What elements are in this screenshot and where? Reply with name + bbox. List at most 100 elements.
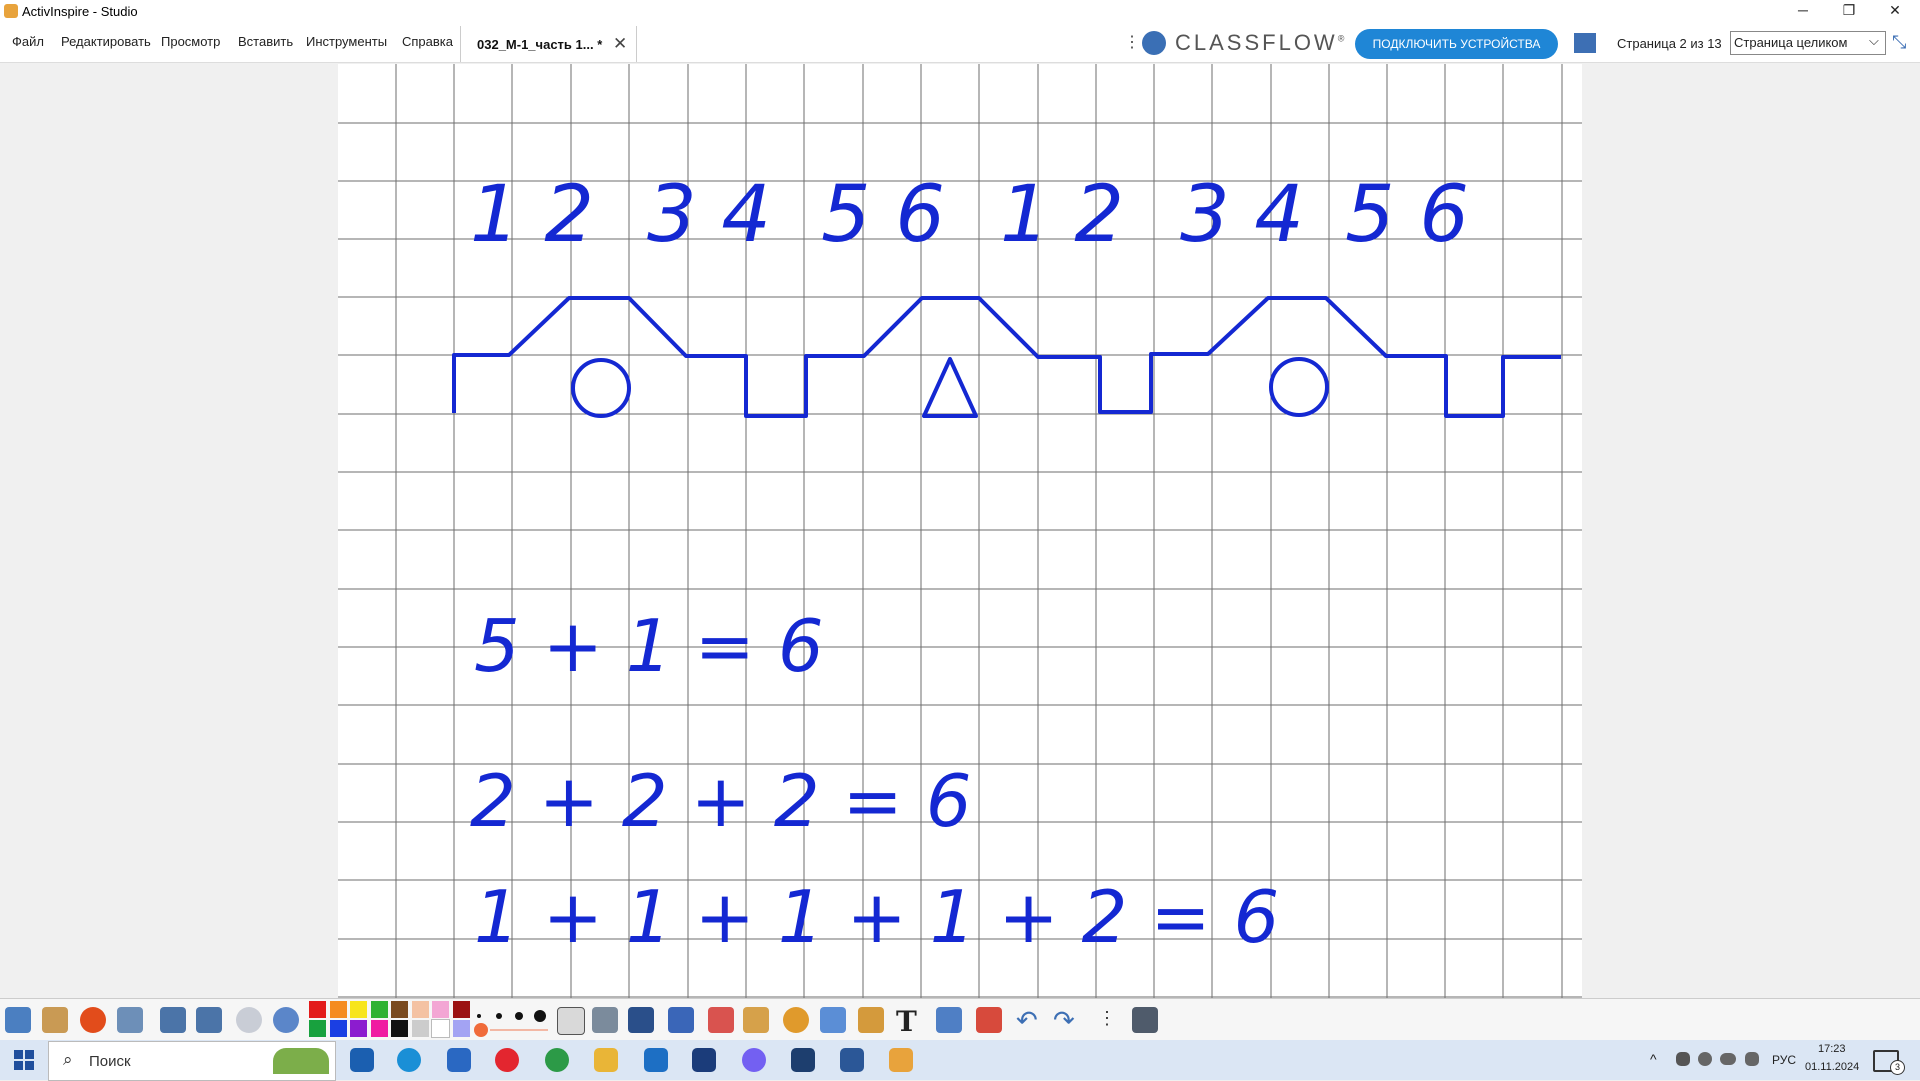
view-mode-value: Страница целиком [1734, 35, 1848, 50]
resources-icon[interactable] [592, 1007, 618, 1033]
highlighter-icon[interactable] [668, 1007, 694, 1033]
color-swatch[interactable] [350, 1001, 367, 1018]
digit-group: 1 2 [1000, 170, 1124, 260]
classflow-brand-name: CLASSFLOW [1175, 30, 1338, 55]
menu-tools[interactable]: Инструменты [306, 34, 387, 49]
speaker-icon[interactable] [1745, 1052, 1759, 1066]
magic-ink-icon[interactable] [936, 1007, 962, 1033]
color-swatch[interactable] [350, 1020, 367, 1037]
activinspire-taskbar-icon[interactable] [889, 1048, 913, 1072]
select-tool-icon[interactable] [557, 1007, 585, 1035]
document-tab-label: 032_М-1_часть 1... * [477, 37, 603, 52]
edge-icon[interactable] [397, 1048, 421, 1072]
shape-tool-icon[interactable] [783, 1007, 809, 1033]
connector-icon[interactable] [820, 1007, 846, 1033]
color-swatch[interactable] [452, 1001, 470, 1018]
previous-page-icon[interactable] [160, 1007, 186, 1033]
fullscreen-icon[interactable]: ⤡ [1892, 32, 1906, 53]
color-swatch[interactable] [370, 1001, 388, 1018]
digit-group: 3 4 [647, 170, 771, 260]
view-mode-select[interactable]: Страница целиком ⌵ [1730, 31, 1886, 55]
more-options-icon[interactable]: ⋮ [1124, 32, 1140, 52]
color-swatch[interactable] [431, 1019, 450, 1038]
tray-device-icon[interactable] [1676, 1052, 1690, 1066]
chrome-icon[interactable] [545, 1048, 569, 1072]
start-icon[interactable] [14, 1050, 34, 1070]
color-swatch[interactable] [411, 1020, 429, 1037]
minimize-button[interactable]: ─ [1780, 0, 1826, 22]
menu-view[interactable]: Просмотр [161, 34, 220, 49]
color-swatch[interactable] [391, 1001, 408, 1018]
pen-width-option[interactable] [515, 1012, 523, 1020]
pen-width-option[interactable] [534, 1010, 546, 1022]
flipchart-page: 1 2 3 4 5 6 1 2 3 4 5 6 5 + 1 = 6 2 + 2 … [338, 64, 1582, 998]
browser-icon[interactable] [5, 1007, 31, 1033]
restore-button[interactable]: ❐ [1826, 0, 1872, 22]
document-tab[interactable]: 032_М-1_часть 1... * ✕ [460, 26, 637, 62]
color-swatch[interactable] [329, 1001, 347, 1018]
edit-profiles-icon[interactable] [117, 1007, 143, 1033]
pen-mode-icon[interactable] [80, 1007, 106, 1033]
page-sorter-icon[interactable] [1574, 33, 1596, 53]
yandex-browser-icon[interactable] [495, 1048, 519, 1072]
word-icon[interactable] [840, 1048, 864, 1072]
dashboard-icon[interactable] [42, 1007, 68, 1033]
undo-icon[interactable]: ↶ [1016, 1005, 1042, 1035]
menu-help[interactable]: Справка [402, 34, 453, 49]
close-button[interactable]: ✕ [1872, 0, 1918, 22]
viber-icon[interactable] [742, 1048, 766, 1072]
pen-width-option[interactable] [477, 1014, 481, 1018]
file-explorer-icon[interactable] [594, 1048, 618, 1072]
digit-row: 1 2 3 4 5 6 1 2 3 4 5 6 [470, 170, 1469, 260]
taskbar-search[interactable]: ⌕ Поиск [48, 1041, 336, 1081]
color-swatch[interactable] [411, 1001, 429, 1018]
clapperboard-icon[interactable] [858, 1007, 884, 1033]
eraser-icon[interactable] [708, 1007, 734, 1033]
more-tools-icon[interactable]: ⋮ [1098, 1008, 1124, 1034]
color-swatch[interactable] [391, 1020, 408, 1037]
text-tool-icon[interactable]: T [896, 1005, 922, 1038]
next-page-icon[interactable] [196, 1007, 222, 1033]
search-icon: ⌕ [63, 1050, 73, 1069]
globe-icon[interactable] [273, 1007, 299, 1033]
classflow-brand-mark: ® [1337, 33, 1348, 44]
connect-devices-button[interactable]: ПОДКЛЮЧИТЬ УСТРОЙСТВА [1355, 29, 1558, 59]
mail-icon[interactable] [644, 1048, 668, 1072]
revealer-icon[interactable] [976, 1007, 1002, 1033]
calendar-icon[interactable] [692, 1048, 716, 1072]
color-swatch[interactable] [309, 1020, 326, 1037]
close-tab-icon[interactable]: ✕ [613, 34, 627, 54]
task-view-icon[interactable] [350, 1048, 374, 1072]
classflow-brand: CLASSFLOW® [1175, 30, 1347, 56]
wifi-icon[interactable] [1698, 1052, 1712, 1066]
color-swatch[interactable] [432, 1001, 449, 1018]
toolbox-settings-icon[interactable] [1132, 1007, 1158, 1033]
color-swatch[interactable] [370, 1020, 388, 1037]
title-bar: ActivInspire - Studio ─ ❐ ✕ [0, 0, 1920, 22]
store-icon[interactable] [447, 1048, 471, 1072]
color-swatch[interactable] [452, 1020, 470, 1037]
triangle-shape [922, 357, 978, 418]
redo-icon[interactable]: ↷ [1053, 1005, 1079, 1035]
chevron-down-icon: ⌵ [1869, 33, 1879, 48]
search-placeholder: Поиск [89, 1053, 131, 1070]
clock-date[interactable]: 01.11.2024 [1805, 1061, 1859, 1073]
cloud-icon[interactable] [1720, 1053, 1736, 1065]
pen-tool-icon[interactable] [628, 1007, 654, 1033]
circle-shape [571, 358, 631, 418]
tray-expand-icon[interactable]: ^ [1650, 1051, 1657, 1067]
app-launcher-icon[interactable] [791, 1048, 815, 1072]
menu-edit[interactable]: Редактировать [61, 34, 151, 49]
menu-insert[interactable]: Вставить [238, 34, 293, 49]
input-language[interactable]: РУС [1772, 1053, 1796, 1067]
digit-group: 5 6 [821, 170, 945, 260]
flipchart-canvas[interactable]: 1 2 3 4 5 6 1 2 3 4 5 6 5 + 1 = 6 2 + 2 … [338, 64, 1582, 998]
menu-file[interactable]: Файл [12, 34, 44, 49]
play-icon[interactable] [236, 1007, 262, 1033]
clock-time[interactable]: 17:23 [1818, 1043, 1846, 1055]
fill-icon[interactable] [743, 1007, 769, 1033]
pen-width-slider[interactable] [474, 1023, 488, 1037]
pen-width-option[interactable] [496, 1013, 502, 1019]
color-swatch[interactable] [329, 1020, 347, 1037]
color-swatch[interactable] [309, 1001, 326, 1018]
